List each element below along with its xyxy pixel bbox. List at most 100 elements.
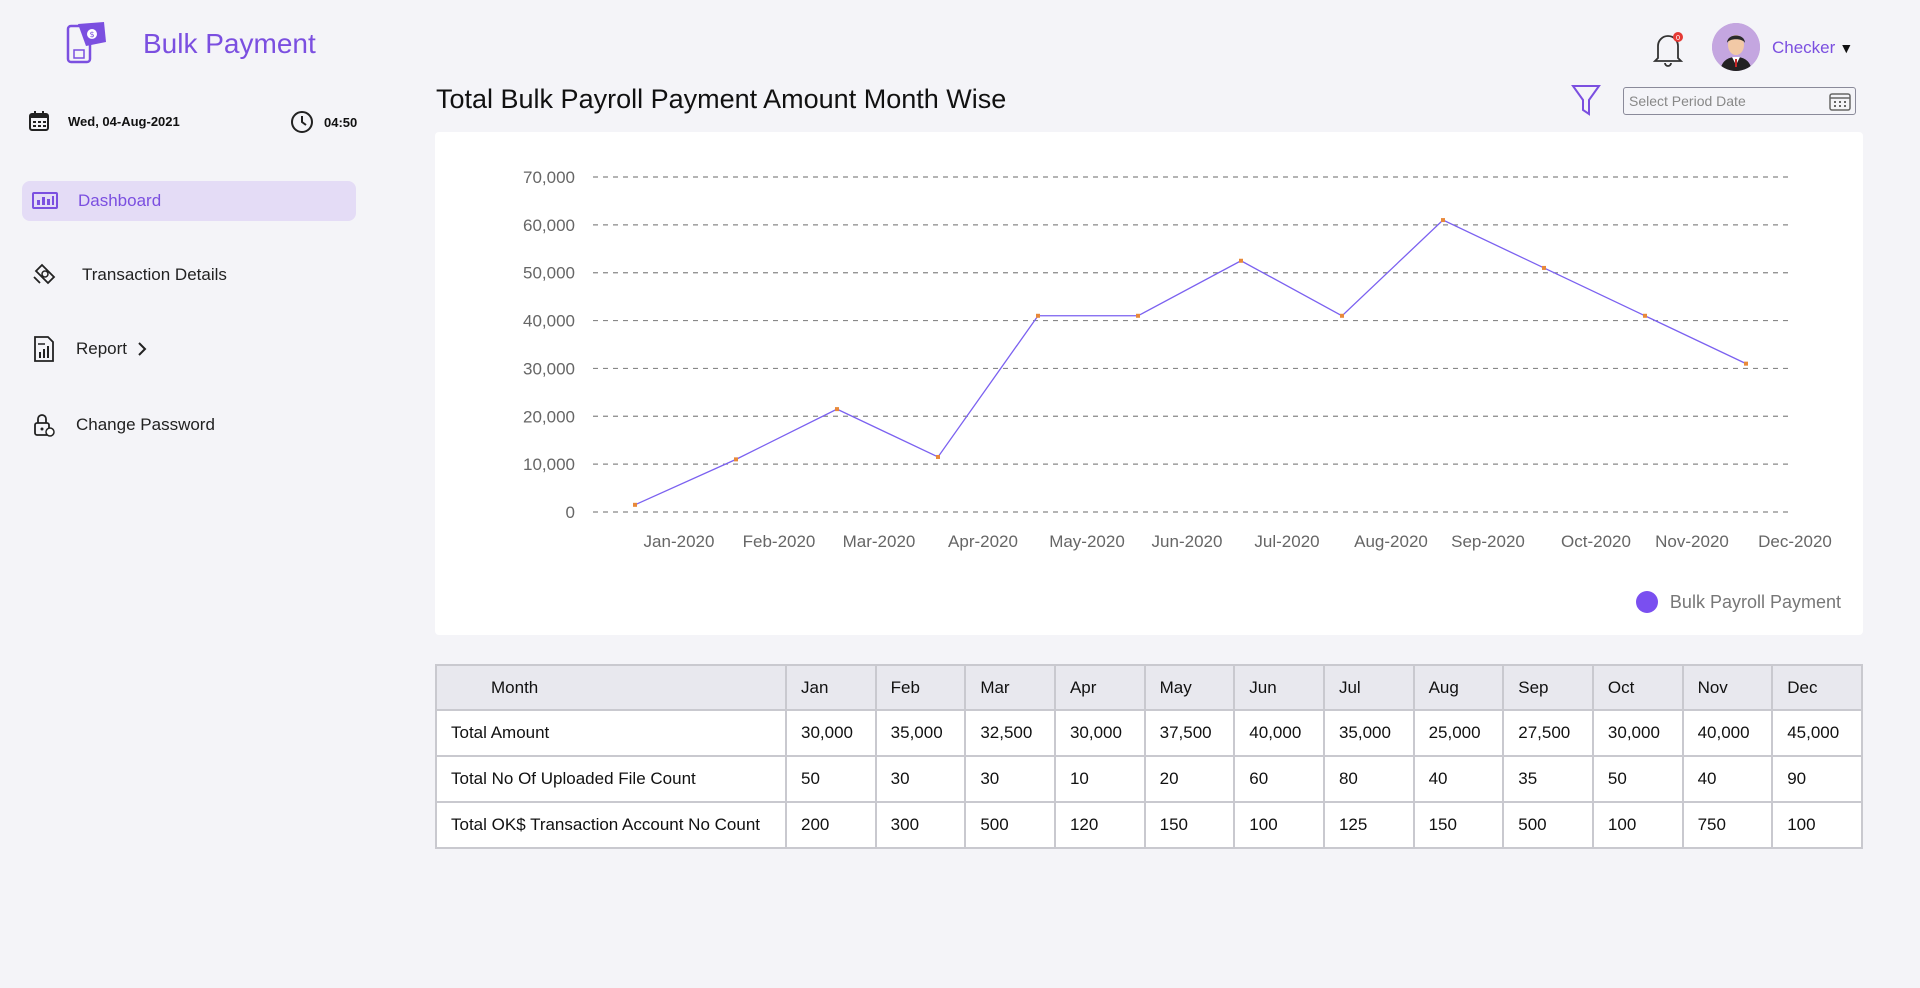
column-header: Mar bbox=[964, 664, 1056, 711]
table-cell: 100 bbox=[1771, 801, 1863, 849]
brand-logo[interactable]: $ bbox=[64, 20, 110, 66]
table-cell: 100 bbox=[1591, 801, 1684, 849]
column-header: Nov bbox=[1681, 664, 1774, 711]
sidebar-item-report[interactable]: Report bbox=[22, 329, 356, 369]
date-picker-button[interactable] bbox=[1829, 91, 1851, 116]
table-cell: 30,000 bbox=[1053, 709, 1146, 757]
sidebar-item-transaction-details[interactable]: Transaction Details bbox=[22, 255, 356, 295]
legend-dot bbox=[1635, 591, 1658, 613]
notification-badge: 0 bbox=[1676, 34, 1680, 42]
column-header: Dec bbox=[1771, 664, 1863, 711]
user-menu[interactable]: Checker ▼ bbox=[1772, 38, 1853, 58]
y-tick-label: 40,000 bbox=[523, 312, 575, 331]
sidebar-item-label: Dashboard bbox=[78, 191, 162, 210]
sidebar-item-label: Report bbox=[76, 339, 128, 358]
y-tick-label: 50,000 bbox=[523, 264, 575, 283]
table-cell: 37,500 bbox=[1143, 709, 1236, 757]
bell-icon: 0 bbox=[1652, 32, 1684, 67]
sidebar-item-change-password[interactable]: Change Password bbox=[22, 405, 356, 445]
table-cell: 20 bbox=[1143, 755, 1236, 803]
x-tick-label: Nov-2020 bbox=[1655, 532, 1729, 551]
summary-table: Month Jan Feb Mar Apr May Jun Jul Aug Sep Oct Nov De… bbox=[435, 664, 1863, 849]
app-title: Bulk Payment bbox=[143, 28, 316, 59]
x-tick-label: Sep-2020 bbox=[1451, 532, 1525, 551]
table-cell: 27,500 bbox=[1502, 709, 1594, 757]
table-cell: 50 bbox=[785, 755, 877, 803]
table-cell: 40,000 bbox=[1233, 709, 1325, 757]
sidebar-item-dashboard[interactable]: Dashboard bbox=[22, 181, 356, 221]
sidebar-item-label: Change Password bbox=[76, 415, 215, 434]
notification-button[interactable]: 0 bbox=[1650, 28, 1686, 73]
y-tick-label: 70,000 bbox=[523, 168, 575, 187]
table-row: Total OK$ Transaction Account No Count 20… bbox=[435, 801, 1863, 849]
report-icon bbox=[34, 336, 54, 362]
table-cell: 40,000 bbox=[1681, 709, 1774, 757]
caret-down-icon: ▼ bbox=[1839, 40, 1854, 56]
column-header-month: Month bbox=[435, 664, 787, 711]
table-cell: 80 bbox=[1322, 755, 1415, 803]
time-text: 04:50 bbox=[324, 114, 358, 130]
x-tick-label: Feb-2020 bbox=[743, 532, 816, 551]
table-cell: 35,000 bbox=[1322, 709, 1415, 757]
table-cell: 50 bbox=[1591, 755, 1684, 803]
table-cell: 10 bbox=[1053, 755, 1146, 803]
table-cell: 750 bbox=[1681, 801, 1774, 849]
column-header: May bbox=[1143, 664, 1236, 711]
svg-text:$: $ bbox=[89, 30, 94, 39]
data-point bbox=[1136, 313, 1140, 318]
chart-legend[interactable]: Bulk Payroll Payment bbox=[1635, 591, 1841, 613]
x-tick-label: Apr-2020 bbox=[948, 532, 1018, 551]
table-cell: 125 bbox=[1322, 801, 1415, 849]
table-cell: 32,500 bbox=[964, 709, 1056, 757]
table-cell: 100 bbox=[1233, 801, 1325, 849]
y-tick-label: 30,000 bbox=[523, 359, 575, 378]
table-cell: 90 bbox=[1771, 755, 1863, 803]
table-cell: 40 bbox=[1681, 755, 1774, 803]
dashboard-icon bbox=[32, 192, 58, 209]
table-cell: 35,000 bbox=[874, 709, 967, 757]
y-tick-label: 60,000 bbox=[523, 216, 575, 235]
period-date-input[interactable] bbox=[1624, 88, 1855, 114]
data-point bbox=[633, 502, 637, 507]
column-header: Jun bbox=[1233, 664, 1325, 711]
table-cell: 150 bbox=[1412, 801, 1505, 849]
row-label: Total No Of Uploaded File Count bbox=[435, 755, 787, 803]
table-cell: 200 bbox=[785, 801, 877, 849]
sidebar-nav: Dashboard Transaction Details Report Cha… bbox=[22, 181, 356, 445]
table-cell: 120 bbox=[1053, 801, 1146, 849]
data-point bbox=[1239, 258, 1243, 263]
series-line bbox=[634, 219, 1747, 506]
table-row: Total Amount 30,000 35,000 32,500 30,000 37,5… bbox=[435, 709, 1863, 757]
filter-icon bbox=[1571, 85, 1601, 116]
page-title: Total Bulk Payroll Payment Amount Month … bbox=[436, 84, 1007, 114]
x-tick-label: Mar-2020 bbox=[843, 532, 916, 551]
x-tick-label: Aug-2020 bbox=[1354, 532, 1428, 551]
table-cell: 30,000 bbox=[1591, 709, 1684, 757]
table-cell: 500 bbox=[1502, 801, 1594, 849]
x-tick-label: Oct-2020 bbox=[1561, 532, 1631, 551]
row-label: Total Amount bbox=[435, 709, 787, 757]
table-cell: 30 bbox=[874, 755, 967, 803]
column-header: Apr bbox=[1053, 664, 1146, 711]
chart-card: 0 10,000 20,000 30,000 40,000 50,000 60,000 70,… bbox=[435, 132, 1863, 635]
x-tick-label: May-2020 bbox=[1049, 532, 1125, 551]
y-tick-label: 0 bbox=[566, 503, 575, 522]
data-point bbox=[1744, 361, 1748, 366]
data-point bbox=[1542, 265, 1546, 270]
table-cell: 60 bbox=[1233, 755, 1325, 803]
filter-button[interactable] bbox=[1571, 84, 1601, 123]
avatar[interactable] bbox=[1712, 23, 1760, 71]
clock-icon bbox=[291, 111, 313, 133]
sidebar: $ Bulk Payment Wed, 04-Aug-2021 04:50 Da… bbox=[0, 0, 380, 988]
table-cell: 30,000 bbox=[785, 709, 877, 757]
calendar-icon bbox=[1829, 93, 1851, 111]
column-header: Feb bbox=[874, 664, 967, 711]
line-chart: 0 10,000 20,000 30,000 40,000 50,000 60,000 70,… bbox=[523, 168, 1832, 551]
data-point bbox=[1036, 313, 1040, 318]
x-tick-label: Dec-2020 bbox=[1758, 532, 1832, 551]
table-cell: 25,000 bbox=[1412, 709, 1505, 757]
time-display: 04:50 bbox=[290, 110, 357, 134]
column-header: Sep bbox=[1502, 664, 1594, 711]
sidebar-item-label: Transaction Details bbox=[82, 265, 227, 284]
transaction-icon bbox=[33, 263, 56, 285]
